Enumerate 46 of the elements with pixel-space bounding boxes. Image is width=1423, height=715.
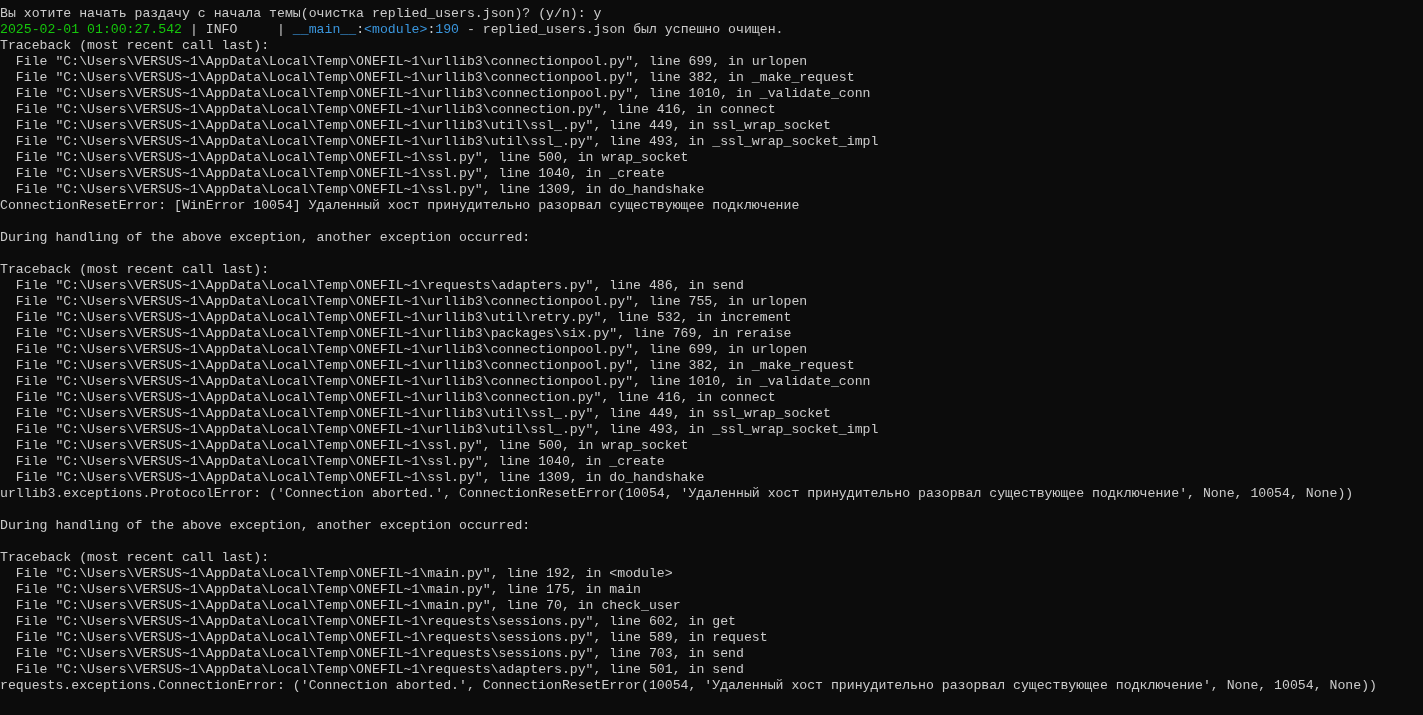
- console-line: File "C:\Users\VERSUS~1\AppData\Local\Temp\ONEFIL~1\ssl.py", line 500, in wrap_socket: [14, 150, 689, 165]
- console-line: File "C:\Users\VERSUS~1\AppData\Local\Temp\ONEFIL~1\ssl.py", line 1040, in _create: [14, 454, 665, 469]
- console-line: File "C:\Users\VERSUS~1\AppData\Local\Temp\ONEFIL~1\urllib3\packages\six.py", line 769, in reraise: [14, 326, 792, 341]
- console-line: File "C:\Users\VERSUS~1\AppData\Local\Temp\ONEFIL~1\urllib3\util\ssl_.py", line 493, in _ssl_wrap_socket_impl: [14, 134, 879, 149]
- console-line: File "C:\Users\VERSUS~1\AppData\Local\Temp\ONEFIL~1\requests\sessions.py", line 703, in send: [14, 646, 744, 661]
- console-line: File "C:\Users\VERSUS~1\AppData\Local\Temp\ONEFIL~1\urllib3\connectionpool.py", line 755, in urlopen: [14, 294, 808, 309]
- console-line: File "C:\Users\VERSUS~1\AppData\Local\Temp\ONEFIL~1\main.py", line 192, in <module>: [14, 566, 673, 581]
- console-line: requests.exceptions.ConnectionError: ('Connection aborted.', ConnectionResetError(10054, 'Удаленный хост принудительно разорвал существующее подключение', None, 10054, None)): [0, 678, 1377, 693]
- log-text: :: [356, 22, 365, 37]
- console-line: File "C:\Users\VERSUS~1\AppData\Local\Temp\ONEFIL~1\requests\adapters.py", line 501, in send: [14, 662, 744, 677]
- console-line: File "C:\Users\VERSUS~1\AppData\Local\Temp\ONEFIL~1\requests\sessions.py", line 589, in request: [14, 630, 768, 645]
- console-line: File "C:\Users\VERSUS~1\AppData\Local\Temp\ONEFIL~1\urllib3\connectionpool.py", line 382, in _make_request: [14, 70, 855, 85]
- console-line: ConnectionResetError: [WinError 10054] Удаленный хост принудительно разорвал существующее подключение: [0, 198, 800, 213]
- console-line: File "C:\Users\VERSUS~1\AppData\Local\Temp\ONEFIL~1\requests\adapters.py", line 486, in send: [14, 278, 744, 293]
- console-line: File "C:\Users\VERSUS~1\AppData\Local\Temp\ONEFIL~1\urllib3\connection.py", line 416, in connect: [14, 390, 776, 405]
- log-text: 190: [435, 22, 460, 37]
- console-line: File "C:\Users\VERSUS~1\AppData\Local\Temp\ONEFIL~1\urllib3\connection.py", line 416, in connect: [14, 102, 776, 117]
- console-line: File "C:\Users\VERSUS~1\AppData\Local\Temp\ONEFIL~1\urllib3\connectionpool.py", line 699, in urlopen: [14, 342, 808, 357]
- console-line: During handling of the above exception, another exception occurred:: [0, 230, 531, 245]
- console-line: Traceback (most recent call last):: [0, 38, 270, 53]
- log-text: __main__: [292, 22, 357, 37]
- console-line: File "C:\Users\VERSUS~1\AppData\Local\Temp\ONEFIL~1\urllib3\connectionpool.py", line 382, in _make_request: [14, 358, 855, 373]
- console-line: Traceback (most recent call last):: [0, 550, 270, 565]
- console-line: File "C:\Users\VERSUS~1\AppData\Local\Temp\ONEFIL~1\urllib3\connectionpool.py", line 1010, in _validate_conn: [14, 374, 871, 389]
- console-line: During handling of the above exception, another exception occurred:: [0, 518, 531, 533]
- log-text: <module>: [364, 22, 428, 37]
- console-line: File "C:\Users\VERSUS~1\AppData\Local\Temp\ONEFIL~1\ssl.py", line 1040, in _create: [14, 166, 665, 181]
- log-text: - replied_users.json был успешно очищен.: [465, 22, 784, 37]
- console-line: File "C:\Users\VERSUS~1\AppData\Local\Temp\ONEFIL~1\ssl.py", line 500, in wrap_socket: [14, 438, 689, 453]
- console-line: Traceback (most recent call last):: [0, 262, 270, 277]
- console-line: urllib3.exceptions.ProtocolError: ('Connection aborted.', ConnectionResetError(10054, 'Удаленный хост принудительно разорвал существующее подключение', None, 10054, None)): [0, 486, 1354, 501]
- console-line: File "C:\Users\VERSUS~1\AppData\Local\Temp\ONEFIL~1\urllib3\util\retry.py", line 532, in increment: [14, 310, 792, 325]
- console-line: File "C:\Users\VERSUS~1\AppData\Local\Temp\ONEFIL~1\urllib3\util\ssl_.py", line 449, in ssl_wrap_socket: [14, 406, 831, 421]
- log-text: | INFO |: [188, 22, 286, 37]
- console-line: File "C:\Users\VERSUS~1\AppData\Local\Temp\ONEFIL~1\urllib3\util\ssl_.py", line 449, in ssl_wrap_socket: [14, 118, 831, 133]
- console-line: File "C:\Users\VERSUS~1\AppData\Local\Temp\ONEFIL~1\urllib3\connectionpool.py", line 1010, in _validate_conn: [14, 86, 871, 101]
- console-line: File "C:\Users\VERSUS~1\AppData\Local\Temp\ONEFIL~1\requests\sessions.py", line 602, in get: [14, 614, 736, 629]
- log-text: :: [427, 22, 436, 37]
- console-line: Вы хотите начать раздачу с начала темы(очистка replied_users.json)? (y/n): y: [0, 6, 602, 21]
- console-line: File "C:\Users\VERSUS~1\AppData\Local\Temp\ONEFIL~1\main.py", line 70, in check_user: [14, 598, 681, 613]
- console-line: File "C:\Users\VERSUS~1\AppData\Local\Temp\ONEFIL~1\urllib3\util\ssl_.py", line 493, in _ssl_wrap_socket_impl: [14, 422, 879, 437]
- log-text: 2025-02-01 01:00:27.542: [0, 22, 183, 37]
- console-line: File "C:\Users\VERSUS~1\AppData\Local\Temp\ONEFIL~1\ssl.py", line 1309, in do_handshake: [14, 182, 705, 197]
- console-line: File "C:\Users\VERSUS~1\AppData\Local\Temp\ONEFIL~1\urllib3\connectionpool.py", line 699, in urlopen: [14, 54, 808, 69]
- console-line: File "C:\Users\VERSUS~1\AppData\Local\Temp\ONEFIL~1\main.py", line 175, in main: [14, 582, 642, 597]
- console-line: File "C:\Users\VERSUS~1\AppData\Local\Temp\ONEFIL~1\ssl.py", line 1309, in do_handshake: [14, 470, 705, 485]
